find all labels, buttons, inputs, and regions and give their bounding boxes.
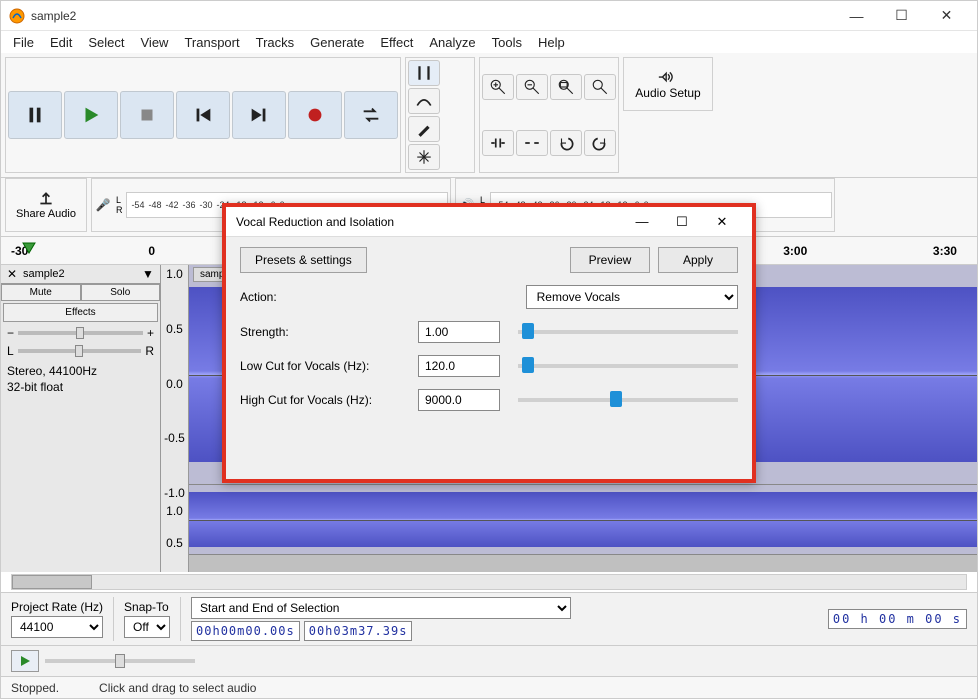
- speed-slider[interactable]: [45, 659, 195, 663]
- track-control-panel: ✕ sample2 ▼ Mute Solo Effects − + L R St…: [1, 265, 161, 572]
- selection-tool[interactable]: [408, 60, 440, 86]
- project-rate-label: Project Rate (Hz): [11, 600, 103, 614]
- play-at-speed-button[interactable]: [11, 650, 39, 672]
- zoom-group: [479, 57, 619, 173]
- lowcut-input[interactable]: [418, 355, 500, 377]
- multi-tool[interactable]: [408, 144, 440, 170]
- undo-button[interactable]: [550, 130, 582, 156]
- menu-generate[interactable]: Generate: [302, 33, 372, 52]
- app-icon: [9, 8, 25, 24]
- zoom-out-button[interactable]: [516, 74, 548, 100]
- dialog-minimize-button[interactable]: —: [622, 209, 662, 235]
- skip-start-button[interactable]: [176, 91, 230, 139]
- vocal-reduction-dialog: Vocal Reduction and Isolation — ☐ ✕ Pres…: [222, 203, 756, 483]
- play-at-speed-toolbar: [1, 646, 977, 676]
- track-name[interactable]: sample2: [19, 268, 142, 280]
- dialog-title: Vocal Reduction and Isolation: [236, 215, 622, 229]
- toolbar-row-1: Audio Setup: [1, 53, 977, 178]
- dialog-close-button[interactable]: ✕: [702, 209, 742, 235]
- redo-button[interactable]: [584, 130, 616, 156]
- presets-button[interactable]: Presets & settings: [240, 247, 367, 273]
- menu-select[interactable]: Select: [80, 33, 132, 52]
- menu-tracks[interactable]: Tracks: [248, 33, 303, 52]
- draw-tool[interactable]: [408, 116, 440, 142]
- minimize-button[interactable]: —: [834, 1, 879, 30]
- audio-setup-button[interactable]: Audio Setup: [623, 57, 713, 111]
- horizontal-scrollbar[interactable]: [11, 574, 967, 590]
- strength-slider[interactable]: [518, 330, 738, 334]
- project-rate-select[interactable]: 44100: [11, 616, 103, 638]
- maximize-button[interactable]: ☐: [879, 1, 924, 30]
- position-display[interactable]: 00 h 00 m 00 s: [828, 609, 967, 629]
- highcut-slider[interactable]: [518, 398, 738, 402]
- selection-start-field[interactable]: 00h00m00.00s: [191, 621, 300, 641]
- mic-icon: 🎤: [94, 198, 112, 212]
- effects-button[interactable]: Effects: [3, 303, 158, 322]
- timeline-mark: 3:30: [933, 244, 957, 258]
- audio-setup-label: Audio Setup: [635, 86, 700, 100]
- track-menu-button[interactable]: ▼: [142, 267, 156, 281]
- skip-end-button[interactable]: [232, 91, 286, 139]
- menu-transport[interactable]: Transport: [176, 33, 247, 52]
- record-button[interactable]: [288, 91, 342, 139]
- meter-channel-l: LR: [116, 195, 123, 215]
- transport-group: [5, 57, 401, 173]
- fit-selection-button[interactable]: [550, 74, 582, 100]
- envelope-tool[interactable]: [408, 88, 440, 114]
- strength-label: Strength:: [240, 325, 410, 339]
- highcut-input[interactable]: [418, 389, 500, 411]
- lowcut-label: Low Cut for Vocals (Hz):: [240, 359, 410, 373]
- share-audio-button[interactable]: Share Audio: [5, 178, 87, 232]
- track-info: Stereo, 44100Hz 32-bit float: [1, 360, 160, 399]
- highcut-label: High Cut for Vocals (Hz):: [240, 393, 410, 407]
- fit-project-button[interactable]: [584, 74, 616, 100]
- timeline-mark: 0: [148, 244, 155, 258]
- menu-view[interactable]: View: [133, 33, 177, 52]
- close-button[interactable]: ✕: [924, 1, 969, 30]
- snap-to-select[interactable]: Off: [124, 616, 170, 638]
- titlebar: sample2 — ☐ ✕: [1, 1, 977, 31]
- strength-input[interactable]: [418, 321, 500, 343]
- play-button[interactable]: [64, 91, 118, 139]
- window-title: sample2: [31, 9, 834, 23]
- menu-edit[interactable]: Edit: [42, 33, 80, 52]
- stop-button[interactable]: [120, 91, 174, 139]
- lowcut-slider[interactable]: [518, 364, 738, 368]
- silence-button[interactable]: [516, 130, 548, 156]
- menu-analyze[interactable]: Analyze: [421, 33, 483, 52]
- preview-button[interactable]: Preview: [570, 247, 650, 273]
- menu-tools[interactable]: Tools: [484, 33, 530, 52]
- share-label: Share Audio: [16, 208, 76, 220]
- menu-help[interactable]: Help: [530, 33, 573, 52]
- snap-to-label: Snap-To: [124, 600, 170, 614]
- selection-mode-select[interactable]: Start and End of Selection: [191, 597, 571, 619]
- pan-slider[interactable]: L R: [1, 342, 160, 360]
- zoom-in-button[interactable]: [482, 74, 514, 100]
- pause-button[interactable]: [8, 91, 62, 139]
- loop-button[interactable]: [344, 91, 398, 139]
- status-state: Stopped.: [11, 681, 59, 695]
- action-select[interactable]: Remove Vocals: [526, 285, 738, 309]
- apply-button[interactable]: Apply: [658, 247, 738, 273]
- menu-effect[interactable]: Effect: [372, 33, 421, 52]
- dialog-maximize-button[interactable]: ☐: [662, 209, 702, 235]
- tools-group: [405, 57, 475, 173]
- trim-button[interactable]: [482, 130, 514, 156]
- status-hint: Click and drag to select audio: [99, 681, 256, 695]
- timeline-mark: 3:00: [783, 244, 807, 258]
- action-label: Action:: [240, 290, 404, 304]
- solo-button[interactable]: Solo: [81, 284, 161, 301]
- selection-end-field[interactable]: 00h03m37.39s: [304, 621, 413, 641]
- playhead-icon[interactable]: [21, 241, 37, 257]
- menu-file[interactable]: File: [5, 33, 42, 52]
- gain-slider[interactable]: − +: [1, 324, 160, 342]
- mute-button[interactable]: Mute: [1, 284, 81, 301]
- track-close-button[interactable]: ✕: [5, 267, 19, 281]
- selection-toolbar: Project Rate (Hz) 44100 Snap-To Off Star…: [1, 593, 977, 646]
- status-bar: Stopped. Click and drag to select audio: [1, 676, 977, 698]
- menubar: File Edit Select View Transport Tracks G…: [1, 31, 977, 53]
